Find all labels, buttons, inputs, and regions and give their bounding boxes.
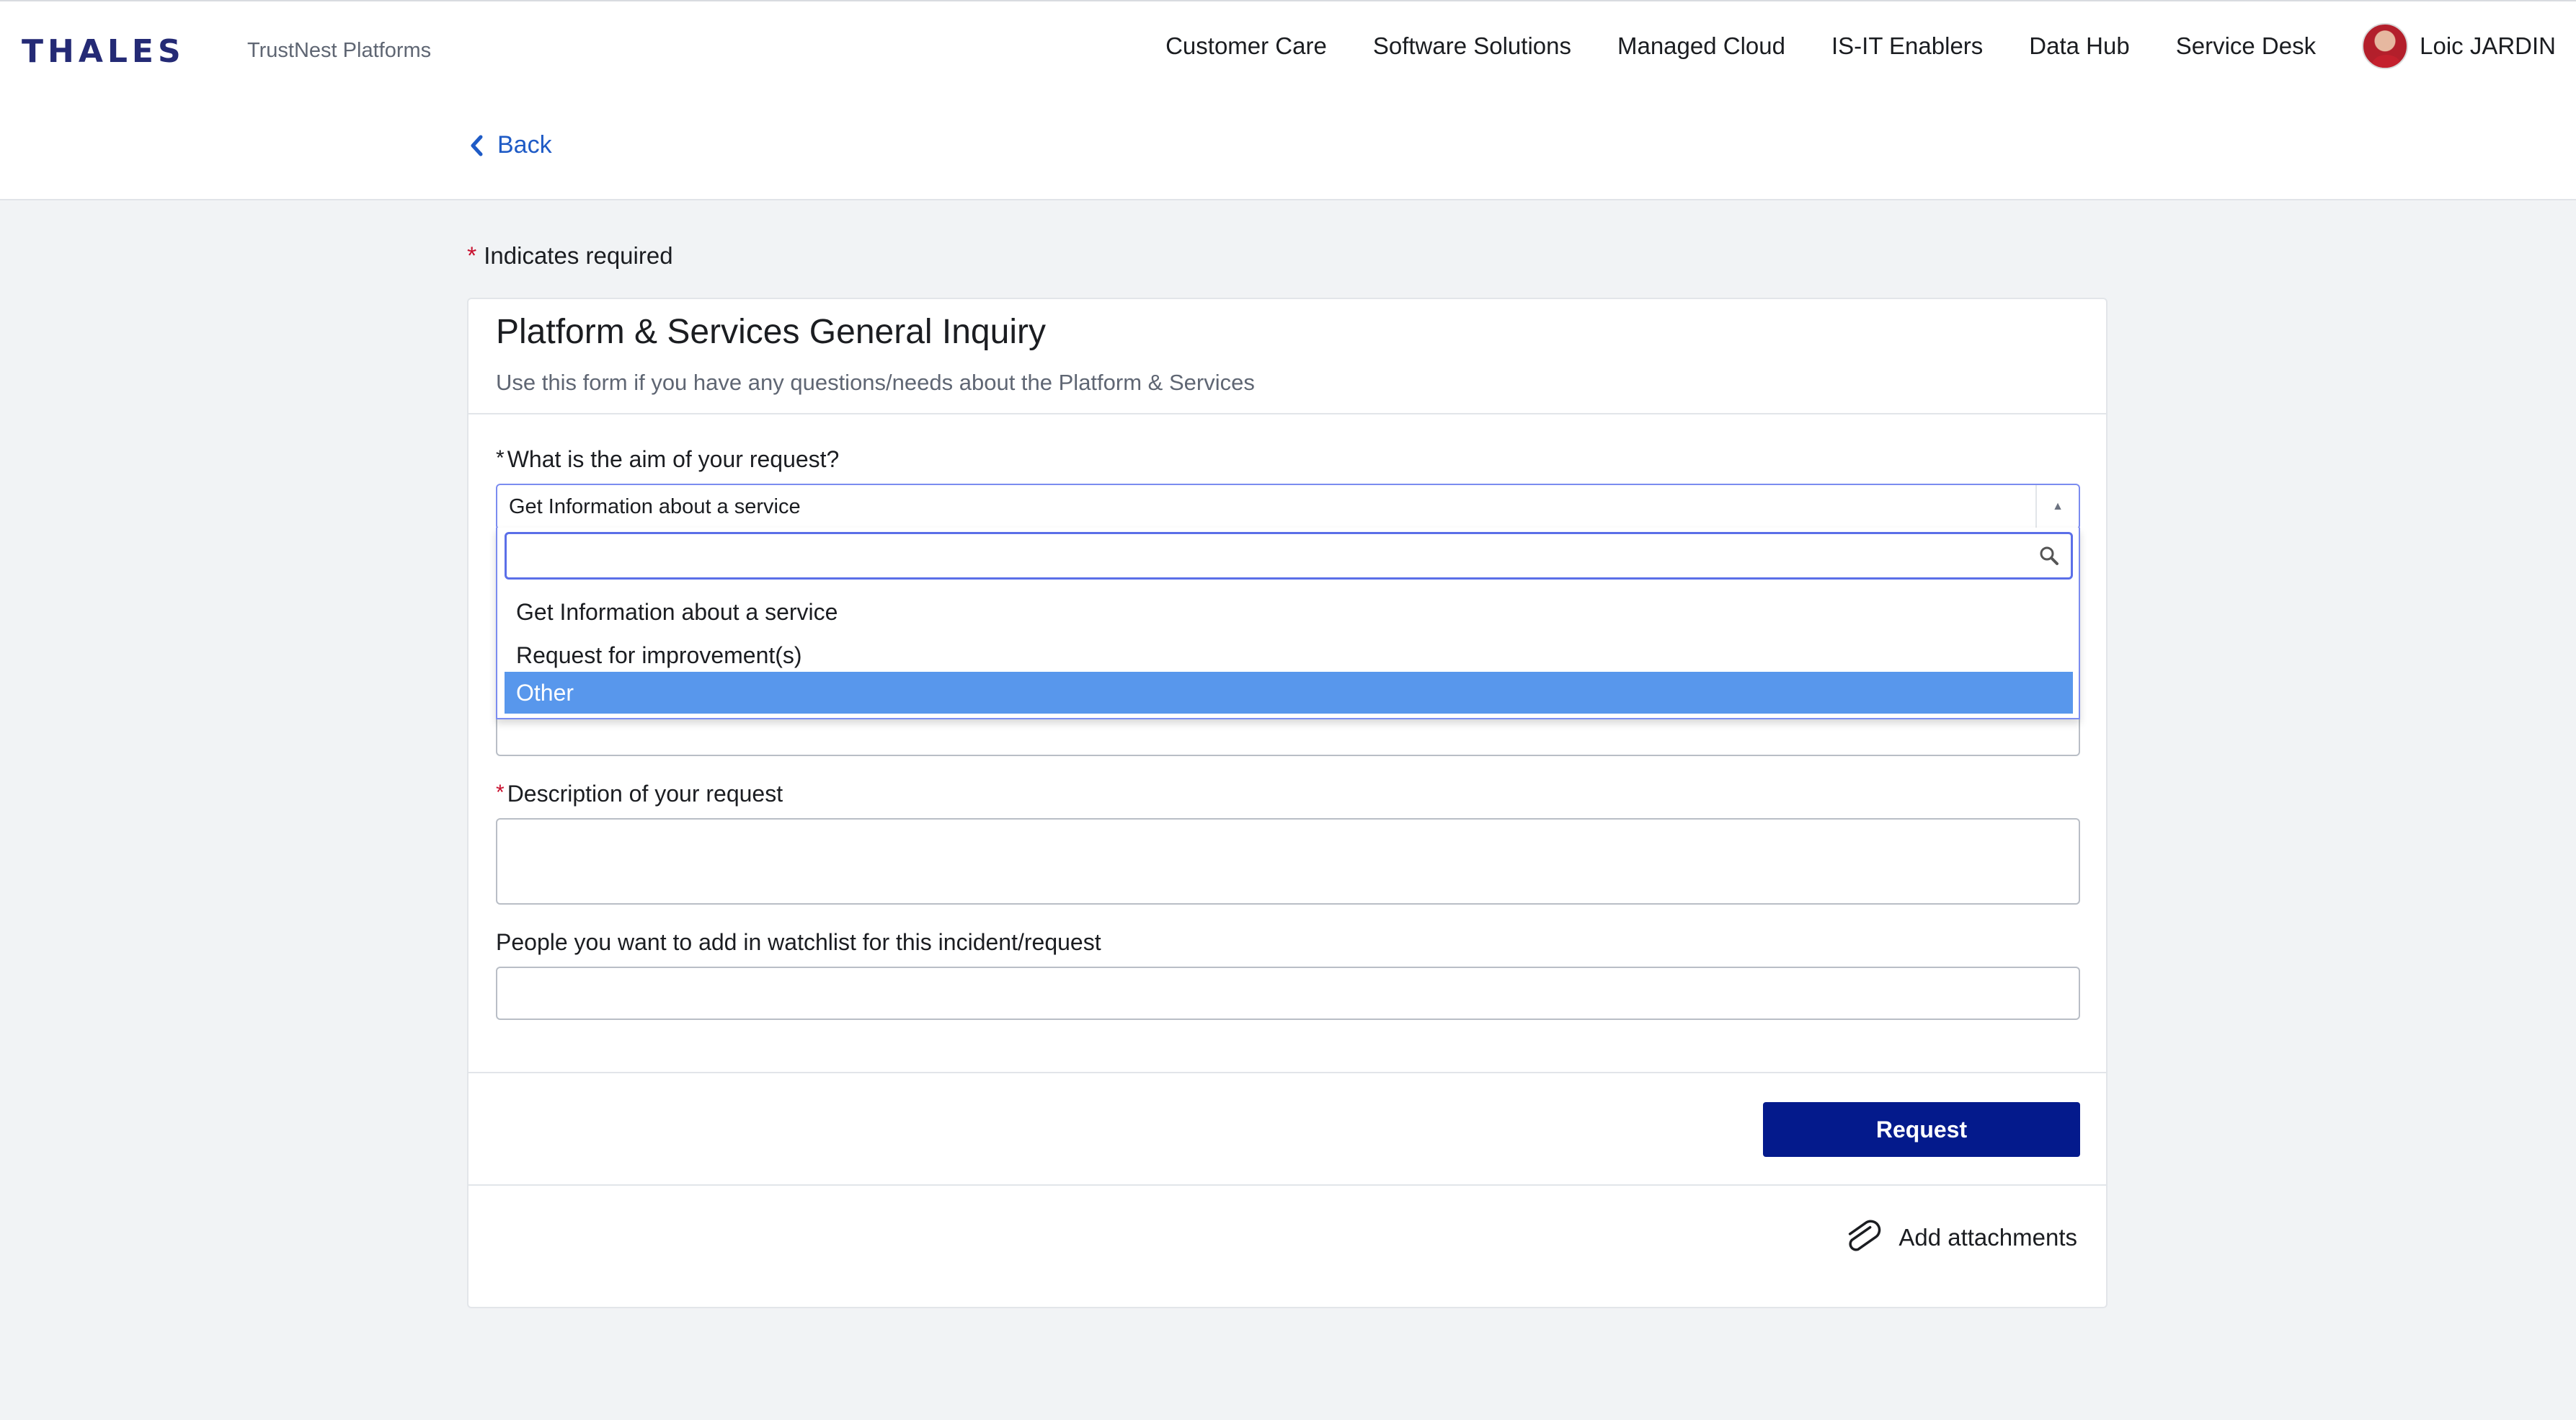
header-divider (468, 413, 2106, 414)
request-button[interactable]: Request (1763, 1102, 2080, 1157)
top-header: THALES TrustNest Platforms Customer Care… (0, 0, 2576, 200)
aim-dropdown: Get Information about a service Request … (496, 528, 2080, 719)
required-star: * (467, 242, 477, 270)
description-label-text: Description of your request (507, 781, 783, 807)
caret-up-icon[interactable]: ▲ (2035, 485, 2079, 528)
dropdown-search-input[interactable] (505, 532, 2073, 580)
nav-managed-cloud[interactable]: Managed Cloud (1617, 32, 1785, 60)
user-menu[interactable]: Loic JARDIN (2362, 23, 2556, 69)
aim-select-value: Get Information about a service (509, 495, 801, 518)
nav-customer-care[interactable]: Customer Care (1165, 32, 1327, 60)
required-note: * Indicates required (467, 242, 673, 270)
paperclip-icon (1849, 1220, 1881, 1251)
actions-divider (468, 1072, 2106, 1073)
request-form-card: Platform & Services General Inquiry Use … (467, 298, 2108, 1308)
thales-logo[interactable]: THALES (22, 33, 185, 70)
option-request-improvement[interactable]: Request for improvement(s) (505, 634, 2073, 676)
avatar (2362, 23, 2409, 69)
required-star: * (496, 446, 505, 470)
required-star: * (496, 781, 505, 804)
description-label: * Description of your request (496, 781, 783, 807)
add-attachments-link[interactable]: Add attachments (1844, 1219, 2077, 1256)
nav-service-desk[interactable]: Service Desk (2176, 32, 2316, 60)
description-textarea[interactable] (496, 818, 2080, 905)
add-attachments-label: Add attachments (1898, 1224, 2077, 1251)
watchlist-input[interactable] (496, 967, 2080, 1020)
main-nav: Customer Care Software Solutions Managed… (1165, 17, 2576, 75)
nav-is-it-enablers[interactable]: IS-IT Enablers (1831, 32, 1983, 60)
watchlist-label: People you want to add in watchlist for … (496, 929, 1101, 955)
aim-select[interactable]: Get Information about a service ▲ (496, 484, 2080, 530)
back-link[interactable]: Back (470, 131, 552, 159)
aim-label: * What is the aim of your request? (496, 446, 839, 473)
required-note-text: Indicates required (484, 242, 673, 269)
form-title: Platform & Services General Inquiry (496, 313, 1046, 351)
option-other[interactable]: Other (505, 672, 2073, 714)
attachments-divider (468, 1184, 2106, 1186)
chevron-left-icon (471, 135, 483, 156)
option-get-information[interactable]: Get Information about a service (505, 591, 2073, 633)
nav-software-solutions[interactable]: Software Solutions (1373, 32, 1571, 60)
user-name: Loic JARDIN (2420, 32, 2556, 59)
nav-data-hub[interactable]: Data Hub (2029, 32, 2129, 60)
aim-label-text: What is the aim of your request? (507, 446, 840, 472)
brand-name: TrustNest Platforms (247, 39, 432, 62)
search-icon (2040, 546, 2058, 565)
form-subtitle: Use this form if you have any questions/… (496, 370, 1255, 395)
back-label: Back (497, 131, 552, 159)
